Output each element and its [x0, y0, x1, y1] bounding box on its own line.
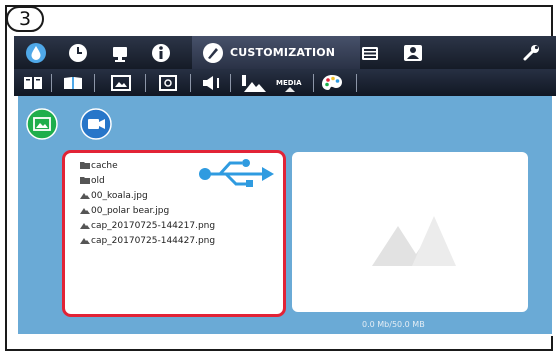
- media-panel: cache old 00_koala.jpg 00_polar bear.jpg…: [18, 96, 552, 334]
- droplet-icon[interactable]: [25, 42, 47, 64]
- media-icon[interactable]: [240, 73, 268, 93]
- brush-icon: [203, 43, 223, 63]
- sub-tab-divider: [94, 74, 95, 92]
- image-mode-button[interactable]: [26, 108, 58, 140]
- clock-icon[interactable]: [67, 42, 89, 64]
- step-number-badge: 3: [6, 6, 44, 32]
- active-tab-indicator: [285, 87, 295, 92]
- storage-usage: 0.0 Mb/50.0 MB: [362, 320, 425, 329]
- photo-frame-icon[interactable]: [157, 73, 179, 93]
- sub-tab-divider: [230, 74, 231, 92]
- info-icon[interactable]: [150, 42, 172, 64]
- wrench-icon[interactable]: [520, 42, 542, 64]
- open-book-icon[interactable]: [62, 73, 84, 93]
- tab-media-label: MEDIA: [276, 79, 302, 87]
- monitor-icon[interactable]: [109, 42, 131, 64]
- slideshow-icon[interactable]: [110, 73, 132, 93]
- main-tab-bar: CUSTOMIZATION: [14, 36, 556, 69]
- user-admin-icon[interactable]: [402, 42, 424, 64]
- sub-tab-divider: [145, 74, 146, 92]
- usb-file-list-highlight: [62, 150, 286, 317]
- book-icon[interactable]: [22, 73, 44, 93]
- sub-tab-divider: [356, 74, 357, 92]
- tab-customization-label: CUSTOMIZATION: [230, 46, 336, 59]
- video-mode-button[interactable]: [80, 108, 112, 140]
- keyboard-icon[interactable]: [359, 42, 381, 64]
- sub-tab-divider: [313, 74, 314, 92]
- image-preview: [292, 152, 528, 312]
- speaker-icon[interactable]: [200, 73, 224, 93]
- sub-tab-bar: MEDIA: [14, 69, 556, 96]
- palette-icon[interactable]: [320, 73, 344, 93]
- device-screen: CUSTOMIZATION MEDIA cache old 00_koala.j…: [14, 36, 556, 336]
- sub-tab-divider: [190, 74, 191, 92]
- sub-tab-divider: [51, 74, 52, 92]
- image-placeholder-icon: [372, 216, 456, 266]
